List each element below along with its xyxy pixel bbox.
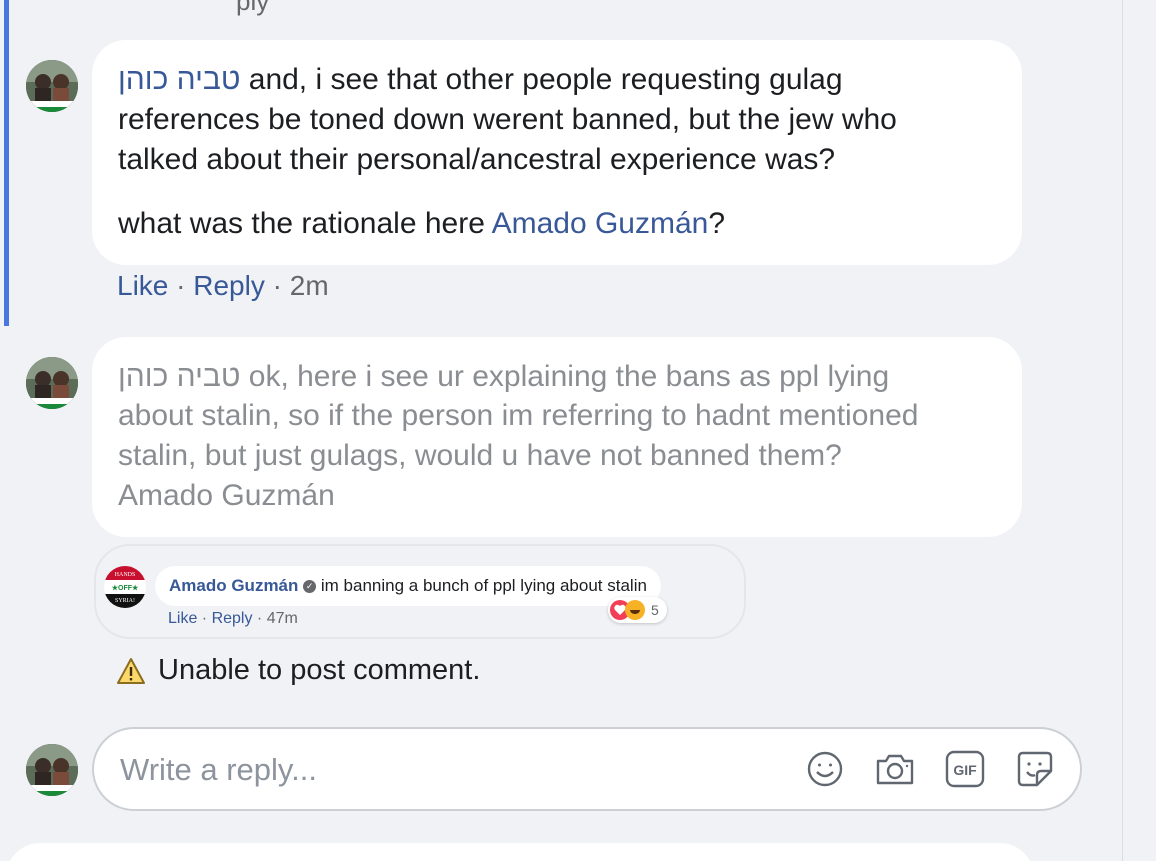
next-post-card <box>6 843 1034 861</box>
svg-text:GIF: GIF <box>953 762 977 778</box>
quoted-author: Amado Guzmán <box>169 576 299 595</box>
composer-avatar[interactable] <box>26 744 78 796</box>
sticker-icon[interactable] <box>1014 747 1056 791</box>
reply-input[interactable] <box>120 748 720 792</box>
camera-icon[interactable] <box>874 747 916 791</box>
svg-text:★OFF★: ★OFF★ <box>112 584 139 592</box>
quoted-bubble: Amado Guzmán ✓ im banning a bunch of ppl… <box>155 566 661 606</box>
svg-text:HANDS: HANDS <box>115 572 136 578</box>
comment-text: references be toned down werent banned, … <box>118 103 897 136</box>
like-button[interactable]: Like <box>117 270 168 301</box>
scrollbar[interactable] <box>1122 0 1156 861</box>
comment-text: Amado Guzmán <box>118 479 335 512</box>
timestamp[interactable]: 2m <box>290 270 329 301</box>
svg-text:SYRIA!: SYRIA! <box>115 598 135 604</box>
comment-bubble: טביה כוהן and, i see that other people r… <box>92 40 1022 265</box>
quoted-avatar: HANDS ★OFF★ SYRIA! <box>104 566 146 608</box>
comment-text: and, i see that other people requesting … <box>240 63 843 96</box>
post-error: Unable to post comment. <box>116 654 480 687</box>
quoted-actions: Like · Reply · 47m <box>168 610 298 627</box>
comment-text: ok, here i see ur explaining the bans as… <box>240 360 890 393</box>
quoted-reply: Reply <box>211 610 253 627</box>
quoted-text: im banning a bunch of ppl lying about st… <box>320 576 647 595</box>
comment-text: ? <box>708 207 726 240</box>
comment-text: what was the rationale here <box>118 207 492 240</box>
comment-author[interactable]: טביה כוהן <box>118 360 240 393</box>
comment-bubble-pending: טביה כוהן ok, here i see ur explaining t… <box>92 337 1022 537</box>
error-message: Unable to post comment. <box>158 654 481 686</box>
avatar[interactable] <box>26 60 78 112</box>
emoji-icon[interactable] <box>804 747 846 791</box>
comment-text: about stalin, so if the person im referr… <box>118 399 919 432</box>
reaction-count: 5 <box>651 602 659 618</box>
quoted-time: 47m <box>266 610 298 627</box>
thread-highlight-bar <box>4 0 9 326</box>
quoted-like: Like <box>168 610 198 627</box>
reaction-summary: 5 <box>608 597 667 623</box>
reply-button[interactable]: Reply <box>193 270 265 301</box>
gif-icon[interactable]: GIF <box>944 747 986 791</box>
comment-text: talked about their personal/ancestral ex… <box>118 143 836 176</box>
mention-link[interactable]: Amado Guzmán <box>492 207 709 240</box>
comment-text: stalin, but just gulags, would u have no… <box>118 439 842 472</box>
verified-icon: ✓ <box>303 580 317 594</box>
avatar[interactable] <box>26 357 78 409</box>
previous-reply-link[interactable]: ply <box>236 0 269 17</box>
comment-actions: Like · Reply · 2m <box>117 270 329 301</box>
warning-icon <box>117 657 145 684</box>
haha-reaction-icon <box>625 600 645 620</box>
comment-author[interactable]: טביה כוהן <box>118 63 240 96</box>
